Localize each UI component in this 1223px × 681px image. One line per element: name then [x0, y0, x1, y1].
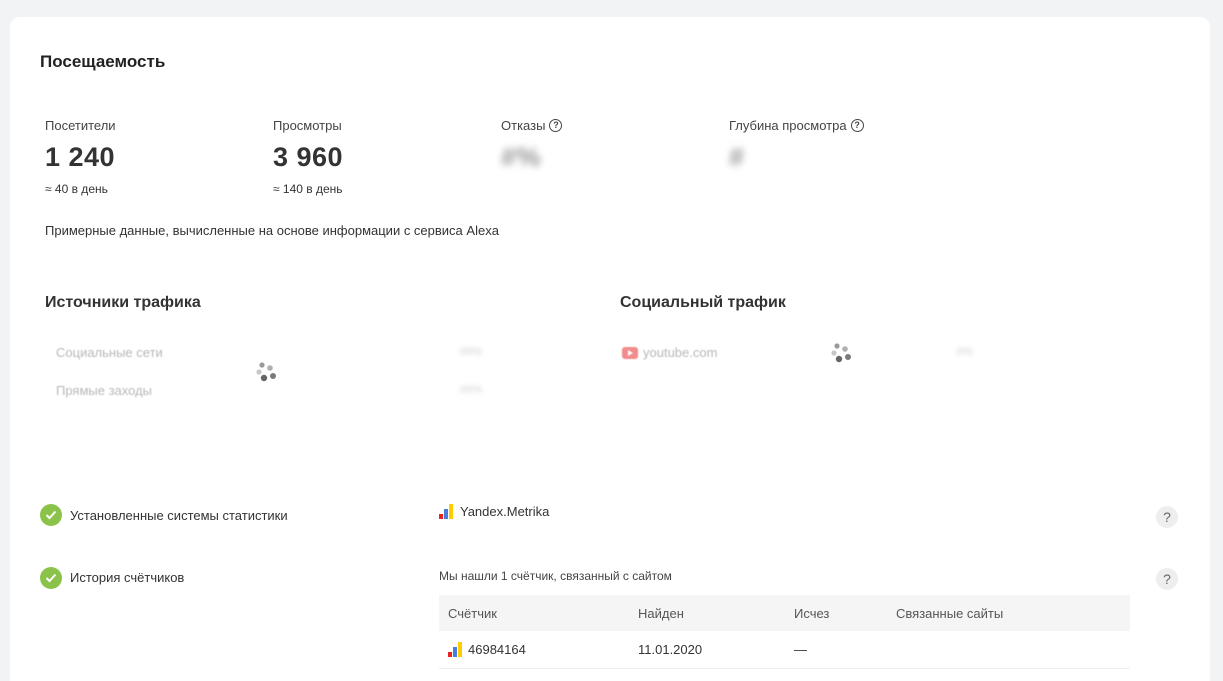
metric-visitors: Посетители 1 240 ≈ 40 в день — [45, 118, 116, 196]
data-source-note: Примерные данные, вычисленные на основе … — [45, 223, 499, 238]
traffic-card: Посещаемость Посетители 1 240 ≈ 40 в ден… — [10, 17, 1210, 681]
source-value: ##% — [460, 346, 483, 358]
found-date: 11.01.2020 — [638, 642, 703, 657]
loading-spinner-icon — [831, 343, 851, 363]
table-row: 46984164 11.01.2020 — — [439, 631, 1130, 669]
metric-label: Отказы ? — [501, 118, 563, 133]
source-label: Социальные сети — [56, 345, 163, 360]
counter-table: Счётчик Найден Исчез Связанные сайты 469… — [439, 595, 1130, 669]
metric-sub: ≈ 40 в день — [45, 182, 108, 196]
social-traffic-title: Социальный трафик — [620, 294, 786, 311]
check-icon — [40, 567, 62, 589]
metric-value: #% — [501, 142, 542, 172]
metric-label: Просмотры — [273, 118, 342, 133]
column-header: Найден — [638, 605, 684, 621]
social-label: youtube.com — [643, 345, 718, 360]
table-header: Счётчик Найден Исчез Связанные сайты — [439, 595, 1130, 631]
column-header: Счётчик — [448, 605, 497, 621]
column-header: Связанные сайты — [896, 605, 1004, 621]
help-icon[interactable]: ? — [549, 119, 563, 132]
loading-spinner-icon — [256, 362, 276, 382]
metric-depth: Глубина просмотра ? # — [729, 118, 864, 173]
metric-value: # — [729, 142, 745, 172]
source-label: Прямые заходы — [56, 383, 153, 398]
stats-help-button[interactable]: ? — [1156, 506, 1178, 528]
metric-sub: ≈ 140 в день — [273, 182, 343, 196]
counter-summary: Мы нашли 1 счётчик, связанный с сайтом — [439, 569, 672, 583]
column-header: Исчез — [794, 605, 830, 621]
help-icon[interactable]: ? — [850, 119, 864, 132]
social-item: youtube.com — [622, 345, 717, 360]
youtube-icon — [622, 346, 638, 359]
page-title: Посещаемость — [40, 52, 166, 71]
stats-system-item: Yandex.Metrika — [439, 504, 549, 519]
stats-systems-label: Установленные системы статистики — [70, 508, 288, 523]
counter-history-label: История счётчиков — [70, 570, 185, 585]
counter-cell: 46984164 — [439, 642, 629, 657]
gone-date: — — [794, 642, 807, 657]
counter-help-button[interactable]: ? — [1156, 568, 1178, 590]
yandex-metrika-icon — [448, 642, 462, 657]
source-value: ##% — [460, 384, 483, 396]
social-value: #% — [957, 346, 973, 358]
check-icon — [40, 504, 62, 526]
metric-pageviews: Просмотры 3 960 ≈ 140 в день — [273, 118, 343, 196]
metric-value: 3 960 — [273, 142, 344, 172]
metric-label: Посетители — [45, 118, 116, 133]
yandex-metrika-icon — [439, 504, 453, 519]
metric-value: 1 240 — [45, 142, 116, 172]
metric-bounce: Отказы ? #% — [501, 118, 563, 173]
metric-label-text: Глубина просмотра — [729, 118, 847, 133]
metric-label-text: Отказы — [501, 118, 546, 133]
metric-label: Глубина просмотра ? — [729, 118, 864, 133]
counter-id[interactable]: 46984164 — [468, 642, 526, 657]
stats-system-name: Yandex.Metrika — [460, 504, 550, 519]
traffic-sources-title: Источники трафика — [45, 294, 201, 311]
